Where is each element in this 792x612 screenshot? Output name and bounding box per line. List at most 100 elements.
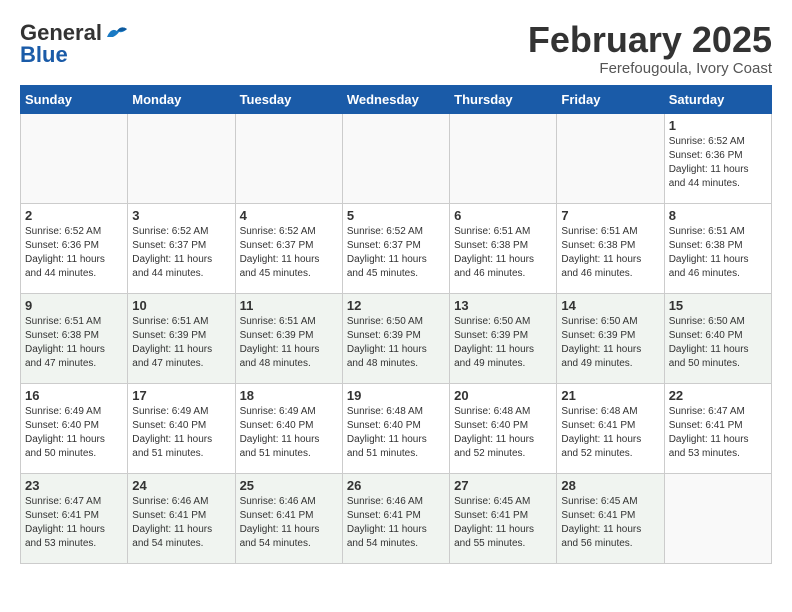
day-info: Sunrise: 6:51 AM Sunset: 6:39 PM Dayligh… bbox=[132, 315, 230, 371]
day-number: 25 bbox=[240, 478, 338, 493]
day-info: Sunrise: 6:47 AM Sunset: 6:41 PM Dayligh… bbox=[25, 495, 123, 551]
day-info: Sunrise: 6:47 AM Sunset: 6:41 PM Dayligh… bbox=[669, 405, 767, 461]
calendar-cell: 7 Sunrise: 6:51 AM Sunset: 6:38 PM Daylig… bbox=[557, 203, 664, 293]
day-info: Sunrise: 6:49 AM Sunset: 6:40 PM Dayligh… bbox=[132, 405, 230, 461]
calendar-cell: 12 Sunrise: 6:50 AM Sunset: 6:39 PM Dayli… bbox=[342, 293, 449, 383]
day-info: Sunrise: 6:51 AM Sunset: 6:38 PM Dayligh… bbox=[25, 315, 123, 371]
day-number: 8 bbox=[669, 208, 767, 223]
calendar-cell: 21 Sunrise: 6:48 AM Sunset: 6:41 PM Dayli… bbox=[557, 383, 664, 473]
title-block: February 2025 Ferefougoula, Ivory Coast bbox=[528, 20, 772, 77]
calendar-cell: 28 Sunrise: 6:45 AM Sunset: 6:41 PM Dayli… bbox=[557, 473, 664, 563]
day-info: Sunrise: 6:45 AM Sunset: 6:41 PM Dayligh… bbox=[454, 495, 552, 551]
day-number: 4 bbox=[240, 208, 338, 223]
logo-bird-icon bbox=[103, 23, 131, 43]
calendar-cell: 25 Sunrise: 6:46 AM Sunset: 6:41 PM Dayli… bbox=[235, 473, 342, 563]
day-info: Sunrise: 6:48 AM Sunset: 6:41 PM Dayligh… bbox=[561, 405, 659, 461]
day-number: 1 bbox=[669, 118, 767, 133]
calendar-cell: 27 Sunrise: 6:45 AM Sunset: 6:41 PM Dayli… bbox=[450, 473, 557, 563]
day-number: 5 bbox=[347, 208, 445, 223]
calendar-cell: 4Sunrise: 6:52 AM Sunset: 6:37 PM Daylig… bbox=[235, 203, 342, 293]
calendar-cell: 26 Sunrise: 6:46 AM Sunset: 6:41 PM Dayli… bbox=[342, 473, 449, 563]
day-info: Sunrise: 6:46 AM Sunset: 6:41 PM Dayligh… bbox=[347, 495, 445, 551]
month-title: February 2025 bbox=[528, 20, 772, 60]
day-info: Sunrise: 6:52 AM Sunset: 6:36 PM Dayligh… bbox=[669, 135, 767, 191]
day-info: Sunrise: 6:52 AM Sunset: 6:36 PM Dayligh… bbox=[25, 225, 123, 281]
day-info: Sunrise: 6:46 AM Sunset: 6:41 PM Dayligh… bbox=[240, 495, 338, 551]
day-info: Sunrise: 6:46 AM Sunset: 6:41 PM Dayligh… bbox=[132, 495, 230, 551]
page-header: General Blue February 2025 Ferefougoula,… bbox=[20, 20, 772, 77]
day-number: 6 bbox=[454, 208, 552, 223]
day-number: 9 bbox=[25, 298, 123, 313]
calendar-cell: 8 Sunrise: 6:51 AM Sunset: 6:38 PM Daylig… bbox=[664, 203, 771, 293]
day-number: 19 bbox=[347, 388, 445, 403]
weekday-header-friday: Friday bbox=[557, 85, 664, 113]
weekday-header-monday: Monday bbox=[128, 85, 235, 113]
weekday-header-thursday: Thursday bbox=[450, 85, 557, 113]
day-number: 24 bbox=[132, 478, 230, 493]
weekday-header-wednesday: Wednesday bbox=[342, 85, 449, 113]
day-info: Sunrise: 6:51 AM Sunset: 6:38 PM Dayligh… bbox=[669, 225, 767, 281]
calendar-cell bbox=[664, 473, 771, 563]
logo: General Blue bbox=[20, 20, 132, 68]
day-number: 10 bbox=[132, 298, 230, 313]
location: Ferefougoula, Ivory Coast bbox=[528, 60, 772, 77]
day-number: 20 bbox=[454, 388, 552, 403]
day-number: 3 bbox=[132, 208, 230, 223]
day-number: 14 bbox=[561, 298, 659, 313]
calendar-cell: 22 Sunrise: 6:47 AM Sunset: 6:41 PM Dayli… bbox=[664, 383, 771, 473]
day-info: Sunrise: 6:50 AM Sunset: 6:39 PM Dayligh… bbox=[347, 315, 445, 371]
day-info: Sunrise: 6:48 AM Sunset: 6:40 PM Dayligh… bbox=[347, 405, 445, 461]
calendar-cell: 19 Sunrise: 6:48 AM Sunset: 6:40 PM Dayli… bbox=[342, 383, 449, 473]
day-number: 28 bbox=[561, 478, 659, 493]
calendar-cell: 3 Sunrise: 6:52 AM Sunset: 6:37 PM Daylig… bbox=[128, 203, 235, 293]
weekday-header-saturday: Saturday bbox=[664, 85, 771, 113]
day-info: Sunrise: 6:48 AM Sunset: 6:40 PM Dayligh… bbox=[454, 405, 552, 461]
day-number: 23 bbox=[25, 478, 123, 493]
calendar-cell bbox=[450, 113, 557, 203]
day-number: 21 bbox=[561, 388, 659, 403]
day-number: 16 bbox=[25, 388, 123, 403]
day-number: 13 bbox=[454, 298, 552, 313]
day-number: 11 bbox=[240, 298, 338, 313]
calendar-cell: 23 Sunrise: 6:47 AM Sunset: 6:41 PM Dayli… bbox=[21, 473, 128, 563]
logo-blue: Blue bbox=[20, 42, 68, 68]
calendar-cell: 13Sunrise: 6:50 AM Sunset: 6:39 PM Dayli… bbox=[450, 293, 557, 383]
calendar-cell: 5 Sunrise: 6:52 AM Sunset: 6:37 PM Daylig… bbox=[342, 203, 449, 293]
weekday-header-sunday: Sunday bbox=[21, 85, 128, 113]
calendar-table: SundayMondayTuesdayWednesdayThursdayFrid… bbox=[20, 85, 772, 564]
day-info: Sunrise: 6:50 AM Sunset: 6:40 PM Dayligh… bbox=[669, 315, 767, 371]
calendar-cell: 2 Sunrise: 6:52 AM Sunset: 6:36 PM Daylig… bbox=[21, 203, 128, 293]
day-info: Sunrise: 6:51 AM Sunset: 6:38 PM Dayligh… bbox=[454, 225, 552, 281]
calendar-cell: 6 Sunrise: 6:51 AM Sunset: 6:38 PM Daylig… bbox=[450, 203, 557, 293]
calendar-cell: 15 Sunrise: 6:50 AM Sunset: 6:40 PM Dayli… bbox=[664, 293, 771, 383]
weekday-header-tuesday: Tuesday bbox=[235, 85, 342, 113]
calendar-cell bbox=[128, 113, 235, 203]
calendar-cell bbox=[235, 113, 342, 203]
day-number: 12 bbox=[347, 298, 445, 313]
day-info: Sunrise: 6:52 AM Sunset: 6:37 PM Dayligh… bbox=[132, 225, 230, 281]
day-info: Sunrise: 6:49 AM Sunset: 6:40 PM Dayligh… bbox=[240, 405, 338, 461]
day-number: 27 bbox=[454, 478, 552, 493]
day-number: 22 bbox=[669, 388, 767, 403]
calendar-cell: 11Sunrise: 6:51 AM Sunset: 6:39 PM Dayli… bbox=[235, 293, 342, 383]
day-number: 17 bbox=[132, 388, 230, 403]
day-info: Sunrise: 6:51 AM Sunset: 6:38 PM Dayligh… bbox=[561, 225, 659, 281]
calendar-cell: 1 Sunrise: 6:52 AM Sunset: 6:36 PM Daylig… bbox=[664, 113, 771, 203]
calendar-cell: 10 Sunrise: 6:51 AM Sunset: 6:39 PM Dayli… bbox=[128, 293, 235, 383]
day-info: Sunrise: 6:45 AM Sunset: 6:41 PM Dayligh… bbox=[561, 495, 659, 551]
calendar-cell: 9 Sunrise: 6:51 AM Sunset: 6:38 PM Daylig… bbox=[21, 293, 128, 383]
day-number: 2 bbox=[25, 208, 123, 223]
day-info: Sunrise: 6:49 AM Sunset: 6:40 PM Dayligh… bbox=[25, 405, 123, 461]
day-number: 18 bbox=[240, 388, 338, 403]
calendar-cell: 20 Sunrise: 6:48 AM Sunset: 6:40 PM Dayli… bbox=[450, 383, 557, 473]
calendar-cell bbox=[21, 113, 128, 203]
calendar-cell: 16 Sunrise: 6:49 AM Sunset: 6:40 PM Dayli… bbox=[21, 383, 128, 473]
day-number: 15 bbox=[669, 298, 767, 313]
day-number: 26 bbox=[347, 478, 445, 493]
calendar-cell bbox=[557, 113, 664, 203]
calendar-cell: 18 Sunrise: 6:49 AM Sunset: 6:40 PM Dayli… bbox=[235, 383, 342, 473]
calendar-cell: 24 Sunrise: 6:46 AM Sunset: 6:41 PM Dayli… bbox=[128, 473, 235, 563]
calendar-cell: 17 Sunrise: 6:49 AM Sunset: 6:40 PM Dayli… bbox=[128, 383, 235, 473]
day-number: 7 bbox=[561, 208, 659, 223]
day-info: Sunrise: 6:52 AM Sunset: 6:37 PM Dayligh… bbox=[347, 225, 445, 281]
